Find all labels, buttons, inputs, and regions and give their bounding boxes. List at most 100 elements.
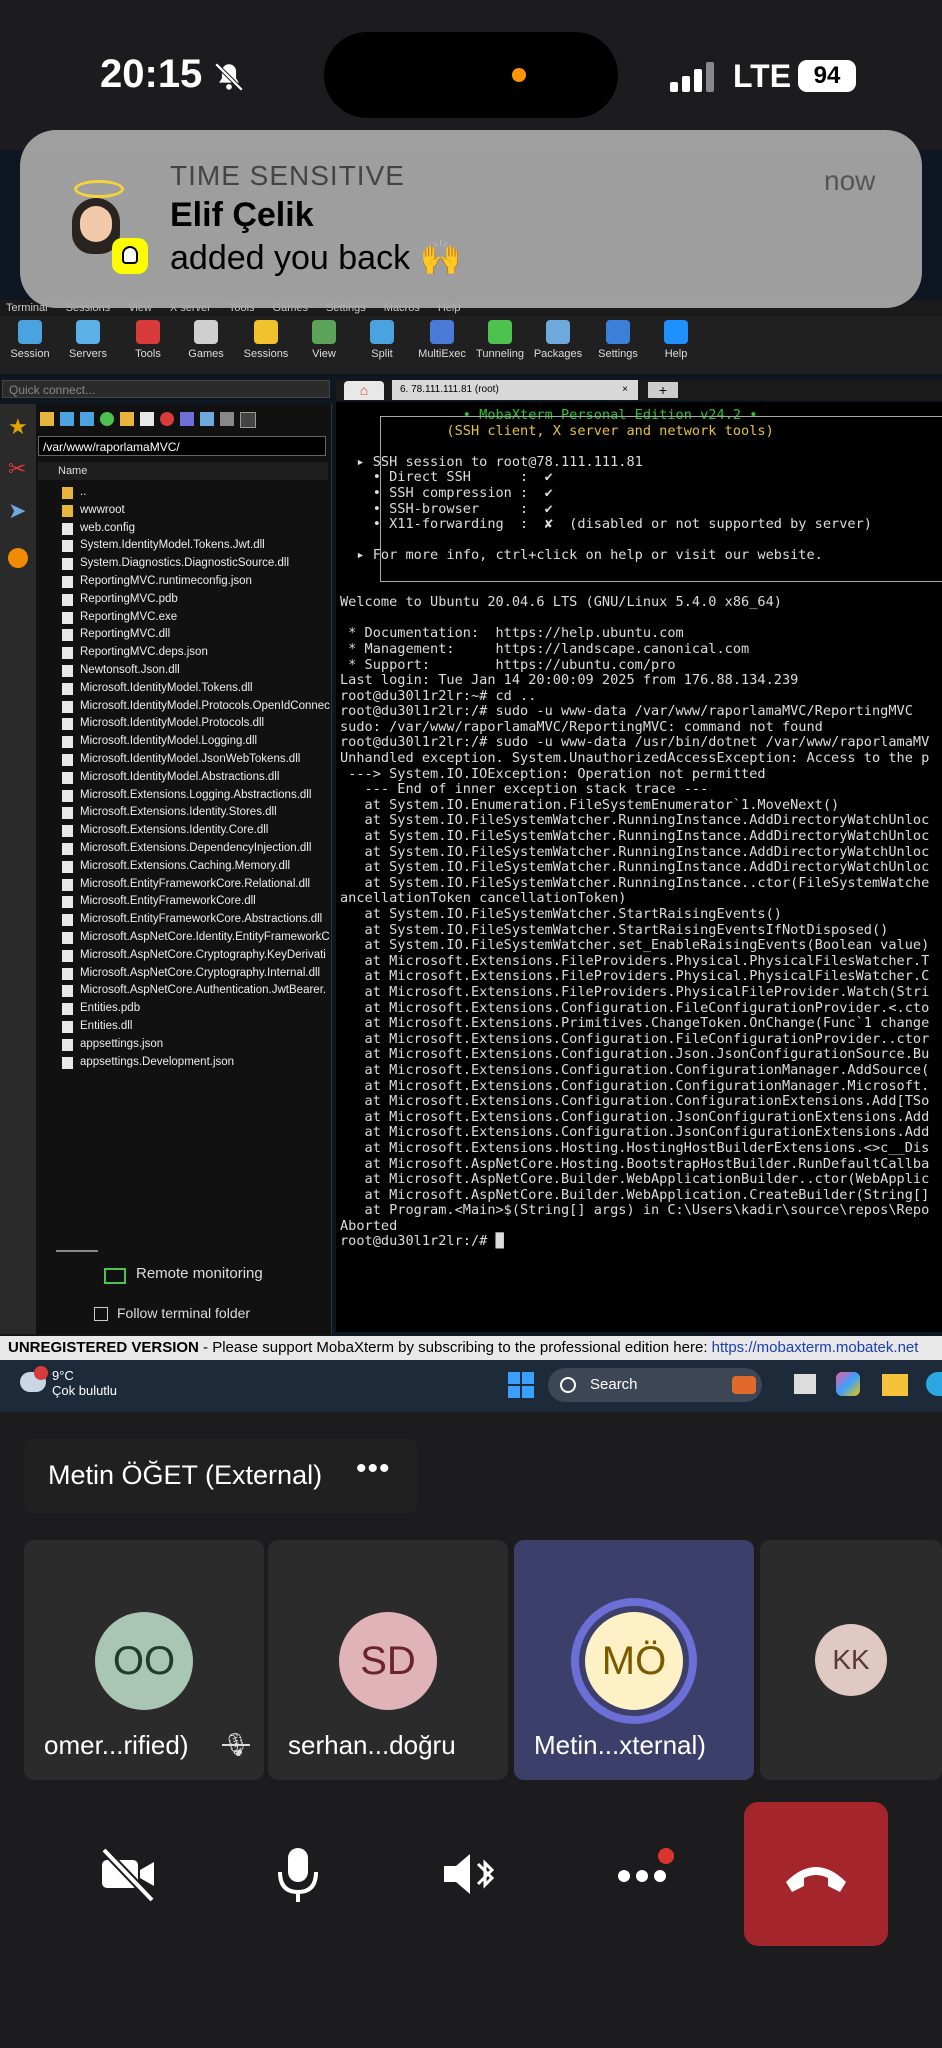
file-item[interactable]: ReportingMVC.runtimeconfig.json: [62, 573, 330, 591]
file-item[interactable]: Microsoft.IdentityModel.Logging.dll: [62, 733, 330, 751]
terminal-line: at Microsoft.Extensions.Configuration.Co…: [340, 1061, 930, 1078]
terminal-line: at System.IO.FileSystemWatcher.RunningIn…: [340, 874, 930, 891]
terminal-line: root@du30l1r2lr:~# cd ..: [340, 687, 537, 704]
toolbar-games-button[interactable]: Games: [176, 320, 236, 360]
support-link[interactable]: https://mobaxterm.mobatek.net: [712, 1339, 919, 1356]
file-item[interactable]: Microsoft.Extensions.Identity.Core.dll: [62, 822, 330, 840]
delete-icon[interactable]: [160, 412, 174, 426]
more-options-icon[interactable]: •••: [356, 1452, 391, 1486]
file-item[interactable]: web.config: [62, 520, 330, 538]
terminal-line: at System.IO.FileSystemWatcher.StartRais…: [340, 906, 782, 922]
file-item[interactable]: ..: [62, 484, 330, 502]
file-item[interactable]: Microsoft.AspNetCore.Identity.EntityFram…: [62, 929, 330, 947]
file-item[interactable]: Microsoft.Extensions.Identity.Stores.dll: [62, 804, 330, 822]
notification-banner[interactable]: [20, 130, 922, 308]
participant-avatar: KK: [815, 1624, 887, 1696]
toolbar-servers-button[interactable]: Servers: [58, 320, 118, 360]
explorer-icon[interactable]: [882, 1374, 908, 1396]
participant-tile[interactable]: OO omer...rified) 🎙: [24, 1540, 264, 1780]
file-item[interactable]: ReportingMVC.exe: [62, 609, 330, 627]
terminal-icon[interactable]: [240, 412, 256, 428]
toolbar-tunneling-button[interactable]: Tunneling: [470, 320, 530, 360]
star-icon[interactable]: ★: [8, 414, 28, 440]
file-item[interactable]: Newtonsoft.Json.dll: [62, 662, 330, 680]
remote-monitoring-button[interactable]: Remote monitoring: [100, 1265, 263, 1282]
toolbar-split-button[interactable]: Split: [352, 320, 412, 360]
name-column-header[interactable]: Name: [38, 462, 328, 480]
end-call-button[interactable]: [744, 1802, 888, 1946]
file-item[interactable]: Microsoft.AspNetCore.Cryptography.Intern…: [62, 965, 330, 983]
camera-off-icon[interactable]: [96, 1842, 160, 1906]
file-item[interactable]: Microsoft.Extensions.Logging.Abstraction…: [62, 787, 330, 805]
send-icon[interactable]: ➤: [8, 498, 26, 524]
participant-tile[interactable]: KK: [760, 1540, 942, 1780]
dynamic-island: [324, 32, 618, 118]
file-item[interactable]: appsettings.Development.json: [62, 1054, 330, 1072]
refresh-icon[interactable]: [100, 412, 114, 426]
terminal-line: at System.IO.FileSystemWatcher.RunningIn…: [340, 828, 930, 845]
file-item[interactable]: ReportingMVC.dll: [62, 626, 330, 644]
file-item[interactable]: Microsoft.EntityFrameworkCore.Abstractio…: [62, 911, 330, 929]
taskbar-search[interactable]: Search: [548, 1368, 762, 1402]
terminal-line: at System.IO.FileSystemWatcher.RunningIn…: [340, 843, 930, 860]
file-item[interactable]: ReportingMVC.deps.json: [62, 644, 330, 662]
toolbar-packages-button[interactable]: Packages: [528, 320, 588, 360]
file-item[interactable]: Microsoft.EntityFrameworkCore.Relational…: [62, 876, 330, 894]
windows-start-icon[interactable]: [508, 1372, 534, 1398]
file-item[interactable]: Microsoft.IdentityModel.JsonWebTokens.dl…: [62, 751, 330, 769]
file-item[interactable]: Microsoft.Extensions.Caching.Memory.dll: [62, 858, 330, 876]
unregistered-label: UNREGISTERED VERSION: [8, 1339, 199, 1356]
session-tab[interactable]: 6. 78.111.111.81 (root) ×: [392, 380, 638, 400]
copilot-icon[interactable]: [836, 1372, 860, 1396]
file-item[interactable]: Microsoft.IdentityModel.Protocols.OpenId…: [62, 698, 330, 716]
file-item[interactable]: ReportingMVC.pdb: [62, 591, 330, 609]
weather-widget[interactable]: 9°C Çok bulutlu: [18, 1368, 117, 1398]
toolbar-multiexec-button[interactable]: MultiExec: [412, 320, 472, 360]
toolbar-view-button[interactable]: View: [294, 320, 354, 360]
globe-icon[interactable]: [8, 548, 28, 568]
rename-icon[interactable]: [180, 412, 194, 426]
file-item[interactable]: Microsoft.AspNetCore.Authentication.JwtB…: [62, 982, 330, 1000]
microphone-icon[interactable]: [266, 1842, 330, 1906]
file-item[interactable]: System.IdentityModel.Tokens.Jwt.dll: [62, 537, 330, 555]
home-tab[interactable]: ⌂: [344, 381, 384, 400]
terminal-line: at System.IO.FileSystemWatcher.RunningIn…: [340, 859, 930, 876]
toolbar-tools-button[interactable]: Tools: [118, 320, 178, 360]
more-actions-icon[interactable]: [610, 1842, 674, 1906]
participant-tile[interactable]: SD serhan...doğru: [268, 1540, 508, 1780]
view-icon[interactable]: [200, 412, 214, 426]
new-folder-icon[interactable]: [120, 412, 134, 426]
file-item[interactable]: System.Diagnostics.DiagnosticSource.dll: [62, 555, 330, 573]
upload-icon[interactable]: [80, 412, 94, 426]
divider: [56, 1250, 98, 1252]
new-tab-button[interactable]: +: [648, 382, 678, 398]
bluetooth-speaker-icon[interactable]: [438, 1842, 502, 1906]
toolbar-help-button[interactable]: Help: [646, 320, 706, 360]
toolbar-sessions-button[interactable]: Sessions: [236, 320, 296, 360]
file-item[interactable]: Microsoft.AspNetCore.Cryptography.KeyDer…: [62, 947, 330, 965]
folder-icon[interactable]: [40, 412, 54, 426]
file-item[interactable]: Microsoft.IdentityModel.Tokens.dll: [62, 680, 330, 698]
participant-avatar: OO: [95, 1612, 193, 1710]
file-item[interactable]: Microsoft.IdentityModel.Abstractions.dll: [62, 769, 330, 787]
file-item[interactable]: Microsoft.Extensions.DependencyInjection…: [62, 840, 330, 858]
split-icon: [370, 320, 394, 344]
file-item[interactable]: appsettings.json: [62, 1036, 330, 1054]
path-input[interactable]: /var/www/raporlamaMVC/: [38, 436, 326, 456]
file-item[interactable]: wwwroot: [62, 502, 330, 520]
new-file-icon[interactable]: [140, 412, 154, 426]
participant-tile[interactable]: MÖ Metin...xternal): [514, 1540, 754, 1780]
file-item[interactable]: Entities.dll: [62, 1018, 330, 1036]
file-item[interactable]: Microsoft.EntityFrameworkCore.dll: [62, 893, 330, 911]
task-view-icon[interactable]: [794, 1374, 816, 1394]
toolbar-session-button[interactable]: Session: [0, 320, 60, 360]
close-icon[interactable]: ×: [622, 380, 628, 400]
toolbar-settings-button[interactable]: Settings: [588, 320, 648, 360]
signal-icon: [670, 62, 716, 97]
settings-icon[interactable]: [220, 412, 234, 426]
download-icon[interactable]: [60, 412, 74, 426]
tools-icon[interactable]: ✂: [8, 456, 26, 482]
file-item[interactable]: Microsoft.IdentityModel.Protocols.dll: [62, 715, 330, 733]
quick-connect-input[interactable]: Quick connect...: [2, 380, 330, 398]
file-item[interactable]: Entities.pdb: [62, 1000, 330, 1018]
